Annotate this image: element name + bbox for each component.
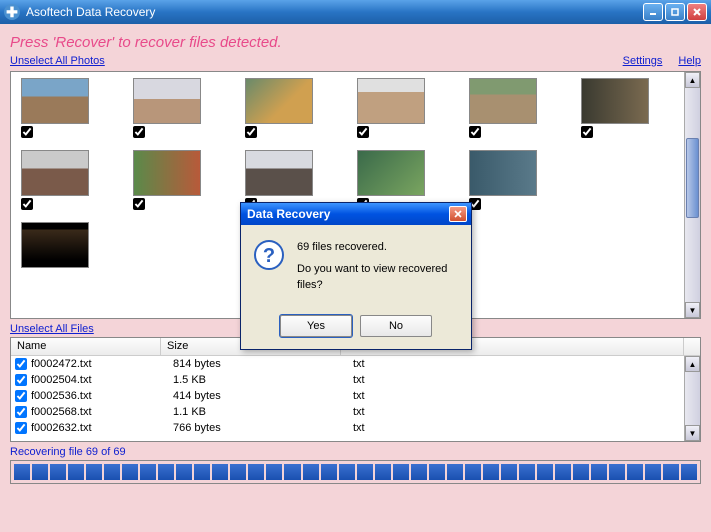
files-body: f0002472.txt814 bytestxt f0002504.txt1.5… xyxy=(11,356,700,441)
file-size: 766 bytes xyxy=(173,422,353,434)
photo-thumbnail[interactable] xyxy=(21,150,89,196)
instruction-text: Press 'Recover' to recover files detecte… xyxy=(10,30,701,53)
file-row[interactable]: f0002536.txt414 bytestxt xyxy=(11,388,700,404)
photo-checkbox[interactable] xyxy=(21,126,33,138)
file-name: f0002632.txt xyxy=(31,422,173,434)
photo-item[interactable] xyxy=(21,150,89,210)
titlebar: ✚ Asoftech Data Recovery xyxy=(0,0,711,24)
files-scrollbar[interactable]: ▲ ▼ xyxy=(684,356,700,441)
photo-item[interactable] xyxy=(133,78,201,138)
file-size: 814 bytes xyxy=(173,358,353,370)
photo-item[interactable] xyxy=(357,150,425,210)
files-panel: Name Size Extension f0002472.txt814 byte… xyxy=(10,337,701,442)
photo-checkbox[interactable] xyxy=(357,126,369,138)
scroll-up-button[interactable]: ▲ xyxy=(685,356,700,372)
app-icon: ✚ xyxy=(4,4,20,20)
file-checkbox[interactable] xyxy=(15,358,27,370)
photo-item[interactable] xyxy=(581,78,649,138)
photo-thumbnail[interactable] xyxy=(21,222,89,268)
file-row[interactable]: f0002632.txt766 bytestxt xyxy=(11,420,700,436)
file-name: f0002504.txt xyxy=(31,374,173,386)
photo-checkbox[interactable] xyxy=(21,198,33,210)
file-row[interactable]: f0002568.txt1.1 KBtxt xyxy=(11,404,700,420)
photo-thumbnail[interactable] xyxy=(469,78,537,124)
question-icon: ? xyxy=(253,239,285,271)
dialog-title: Data Recovery xyxy=(245,207,449,221)
photo-thumbnail[interactable] xyxy=(357,150,425,196)
dialog-text: 69 files recovered. Do you want to view … xyxy=(297,239,459,299)
file-ext: txt xyxy=(353,390,696,402)
file-ext: txt xyxy=(353,422,696,434)
photo-thumbnail[interactable] xyxy=(469,150,537,196)
file-checkbox[interactable] xyxy=(15,422,27,434)
photo-checkbox[interactable] xyxy=(133,126,145,138)
status-text: Recovering file 69 of 69 xyxy=(10,442,701,460)
dialog-line1: 69 files recovered. xyxy=(297,239,459,255)
file-checkbox[interactable] xyxy=(15,390,27,402)
dialog-line2: Do you want to view recovered files? xyxy=(297,261,459,293)
photo-thumbnail[interactable] xyxy=(245,150,313,196)
maximize-button[interactable] xyxy=(665,3,685,21)
file-ext: txt xyxy=(353,406,696,418)
file-size: 414 bytes xyxy=(173,390,353,402)
scrollbar-thumb[interactable] xyxy=(686,138,699,218)
file-name: f0002536.txt xyxy=(31,390,173,402)
photo-checkbox[interactable] xyxy=(245,126,257,138)
photo-thumbnail[interactable] xyxy=(21,78,89,124)
photo-checkbox[interactable] xyxy=(469,126,481,138)
photo-thumbnail[interactable] xyxy=(133,150,201,196)
photo-item[interactable] xyxy=(133,150,201,210)
photo-item[interactable] xyxy=(469,150,537,210)
unselect-all-files-link[interactable]: Unselect All Files xyxy=(10,323,94,335)
dialog-close-button[interactable] xyxy=(449,206,467,222)
file-row[interactable]: f0002504.txt1.5 KBtxt xyxy=(11,372,700,388)
file-ext: txt xyxy=(353,374,696,386)
file-name: f0002472.txt xyxy=(31,358,173,370)
photo-item[interactable] xyxy=(21,78,89,138)
column-header-name[interactable]: Name xyxy=(11,338,161,355)
photo-item[interactable] xyxy=(357,78,425,138)
scroll-up-button[interactable]: ▲ xyxy=(685,72,700,88)
photo-item[interactable] xyxy=(245,150,313,210)
photo-item[interactable] xyxy=(469,78,537,138)
photos-scrollbar[interactable]: ▲ ▼ xyxy=(684,72,700,318)
progress-bar xyxy=(14,464,697,480)
photo-checkbox[interactable] xyxy=(133,198,145,210)
svg-text:?: ? xyxy=(263,245,275,267)
help-link[interactable]: Help xyxy=(678,55,701,67)
recovery-dialog: Data Recovery ? 69 files recovered. Do y… xyxy=(240,202,472,350)
dialog-titlebar: Data Recovery xyxy=(241,203,471,225)
file-checkbox[interactable] xyxy=(15,406,27,418)
minimize-button[interactable] xyxy=(643,3,663,21)
photo-thumbnail[interactable] xyxy=(357,78,425,124)
photo-thumbnail[interactable] xyxy=(245,78,313,124)
settings-link[interactable]: Settings xyxy=(623,55,663,67)
yes-button[interactable]: Yes xyxy=(280,315,352,337)
scroll-down-button[interactable]: ▼ xyxy=(685,425,700,441)
file-row[interactable]: f0002472.txt814 bytestxt xyxy=(11,356,700,372)
photo-thumbnail[interactable] xyxy=(581,78,649,124)
close-button[interactable] xyxy=(687,3,707,21)
photo-thumbnail[interactable] xyxy=(133,78,201,124)
file-ext: txt xyxy=(353,358,696,370)
photo-checkbox[interactable] xyxy=(581,126,593,138)
file-checkbox[interactable] xyxy=(15,374,27,386)
file-size: 1.5 KB xyxy=(173,374,353,386)
photo-item[interactable] xyxy=(245,78,313,138)
file-name: f0002568.txt xyxy=(31,406,173,418)
no-button[interactable]: No xyxy=(360,315,432,337)
unselect-all-photos-link[interactable]: Unselect All Photos xyxy=(10,55,105,67)
progress-panel xyxy=(10,460,701,484)
photo-item[interactable] xyxy=(21,222,89,268)
scroll-down-button[interactable]: ▼ xyxy=(685,302,700,318)
window-title: Asoftech Data Recovery xyxy=(26,5,643,19)
file-size: 1.1 KB xyxy=(173,406,353,418)
